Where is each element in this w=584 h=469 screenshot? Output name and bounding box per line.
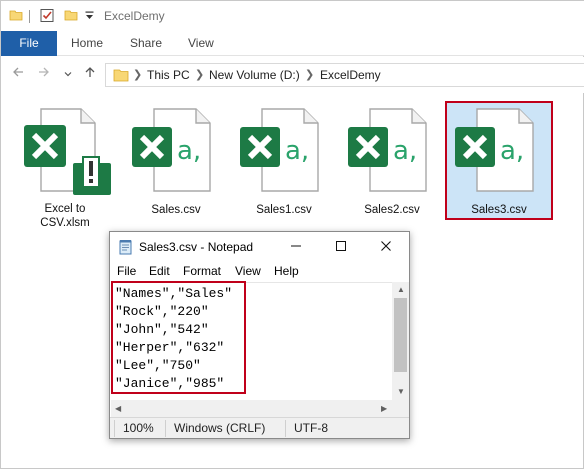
selected-file-highlight-frame — [445, 101, 553, 220]
up-arrow-icon[interactable] — [81, 65, 99, 85]
recent-locations-chevron-icon[interactable] — [59, 65, 77, 85]
menu-file[interactable]: File — [117, 264, 136, 278]
back-arrow-icon[interactable] — [9, 65, 27, 85]
new-folder-icon[interactable] — [64, 8, 78, 25]
status-encoding: UTF-8 — [294, 421, 328, 435]
window-title: ExcelDemy — [104, 9, 165, 23]
breadcrumb-chevron-icon[interactable]: ❯ — [133, 68, 142, 81]
file-item-sales[interactable]: a, Sales.csv — [126, 101, 226, 221]
close-button[interactable] — [364, 232, 408, 262]
maximize-button[interactable] — [319, 232, 363, 262]
file-explorer-window: ExcelDemy File Home Share View ❯ This PC… — [0, 0, 584, 469]
status-line-ending: Windows (CRLF) — [174, 421, 266, 435]
vertical-scroll-thumb[interactable] — [394, 298, 407, 372]
tab-share[interactable]: Share — [130, 31, 162, 56]
tab-home[interactable]: Home — [71, 31, 103, 56]
scroll-up-arrow-icon[interactable]: ▲ — [397, 285, 405, 294]
csv-content-highlight-frame — [111, 281, 246, 394]
explorer-titlebar: ExcelDemy — [1, 1, 584, 31]
menu-format[interactable]: Format — [183, 264, 221, 278]
breadcrumb-chevron-icon[interactable]: ❯ — [305, 68, 314, 81]
folder-icon — [9, 8, 23, 25]
svg-text:a,: a, — [393, 136, 417, 166]
file-item-sales2[interactable]: a, Sales2.csv — [342, 101, 442, 221]
notepad-menu-bar: File Edit Format View Help — [110, 262, 409, 282]
navigation-bar: ❯ This PC ❯ New Volume (D:) ❯ ExcelDemy — [1, 57, 584, 93]
scroll-down-arrow-icon[interactable]: ▼ — [397, 387, 405, 396]
forward-arrow-icon[interactable] — [35, 65, 53, 85]
notepad-app-icon — [118, 239, 134, 258]
menu-edit[interactable]: Edit — [149, 264, 170, 278]
excel-csv-file-icon: a, — [126, 101, 226, 201]
notepad-status-bar: 100% Windows (CRLF) UTF-8 — [110, 417, 409, 438]
breadcrumb-new-volume[interactable]: New Volume (D:) — [209, 68, 300, 82]
menu-view[interactable]: View — [235, 264, 261, 278]
breadcrumb-this-pc[interactable]: This PC — [147, 68, 190, 82]
excel-macro-file-icon — [15, 101, 115, 201]
svg-text:a,: a, — [285, 136, 309, 166]
tab-view[interactable]: View — [188, 31, 214, 56]
excel-csv-file-icon: a, — [234, 101, 334, 201]
ribbon-tab-bar: File Home Share View — [1, 31, 584, 56]
status-divider — [114, 420, 115, 437]
breadcrumb-exceldemy[interactable]: ExcelDemy — [320, 68, 381, 82]
minimize-button[interactable] — [274, 232, 318, 262]
titlebar-separator — [29, 10, 30, 23]
address-bar[interactable]: ❯ This PC ❯ New Volume (D:) ❯ ExcelDemy — [105, 63, 584, 87]
file-name-label: Excel to CSV.xlsm — [40, 203, 90, 229]
status-divider — [285, 420, 286, 437]
excel-csv-file-icon: a, — [342, 101, 442, 201]
file-name-label: Sales.csv — [151, 204, 201, 216]
scroll-right-arrow-icon[interactable]: ▶ — [381, 404, 387, 413]
file-name-label: Sales2.csv — [364, 204, 420, 216]
quick-access-dropdown-icon[interactable] — [85, 10, 94, 24]
file-item-sales1[interactable]: a, Sales1.csv — [234, 101, 334, 221]
status-divider — [165, 420, 166, 437]
scrollbar-corner — [392, 400, 409, 417]
folder-icon — [113, 68, 129, 85]
properties-checkmark-icon[interactable] — [40, 8, 54, 26]
notepad-title: Sales3.csv - Notepad — [139, 240, 254, 254]
breadcrumb-chevron-icon[interactable]: ❯ — [195, 68, 204, 81]
status-zoom: 100% — [123, 421, 154, 435]
file-name-label: Sales1.csv — [256, 204, 312, 216]
svg-text:a,: a, — [177, 136, 201, 166]
menu-help[interactable]: Help — [274, 264, 299, 278]
horizontal-scrollbar[interactable]: ◀ ▶ — [111, 400, 392, 417]
scroll-left-arrow-icon[interactable]: ◀ — [115, 404, 121, 413]
tab-file[interactable]: File — [1, 31, 57, 56]
notepad-titlebar: Sales3.csv - Notepad — [110, 232, 409, 262]
file-item-excel-to-csv[interactable]: Excel to CSV.xlsm — [15, 101, 115, 231]
